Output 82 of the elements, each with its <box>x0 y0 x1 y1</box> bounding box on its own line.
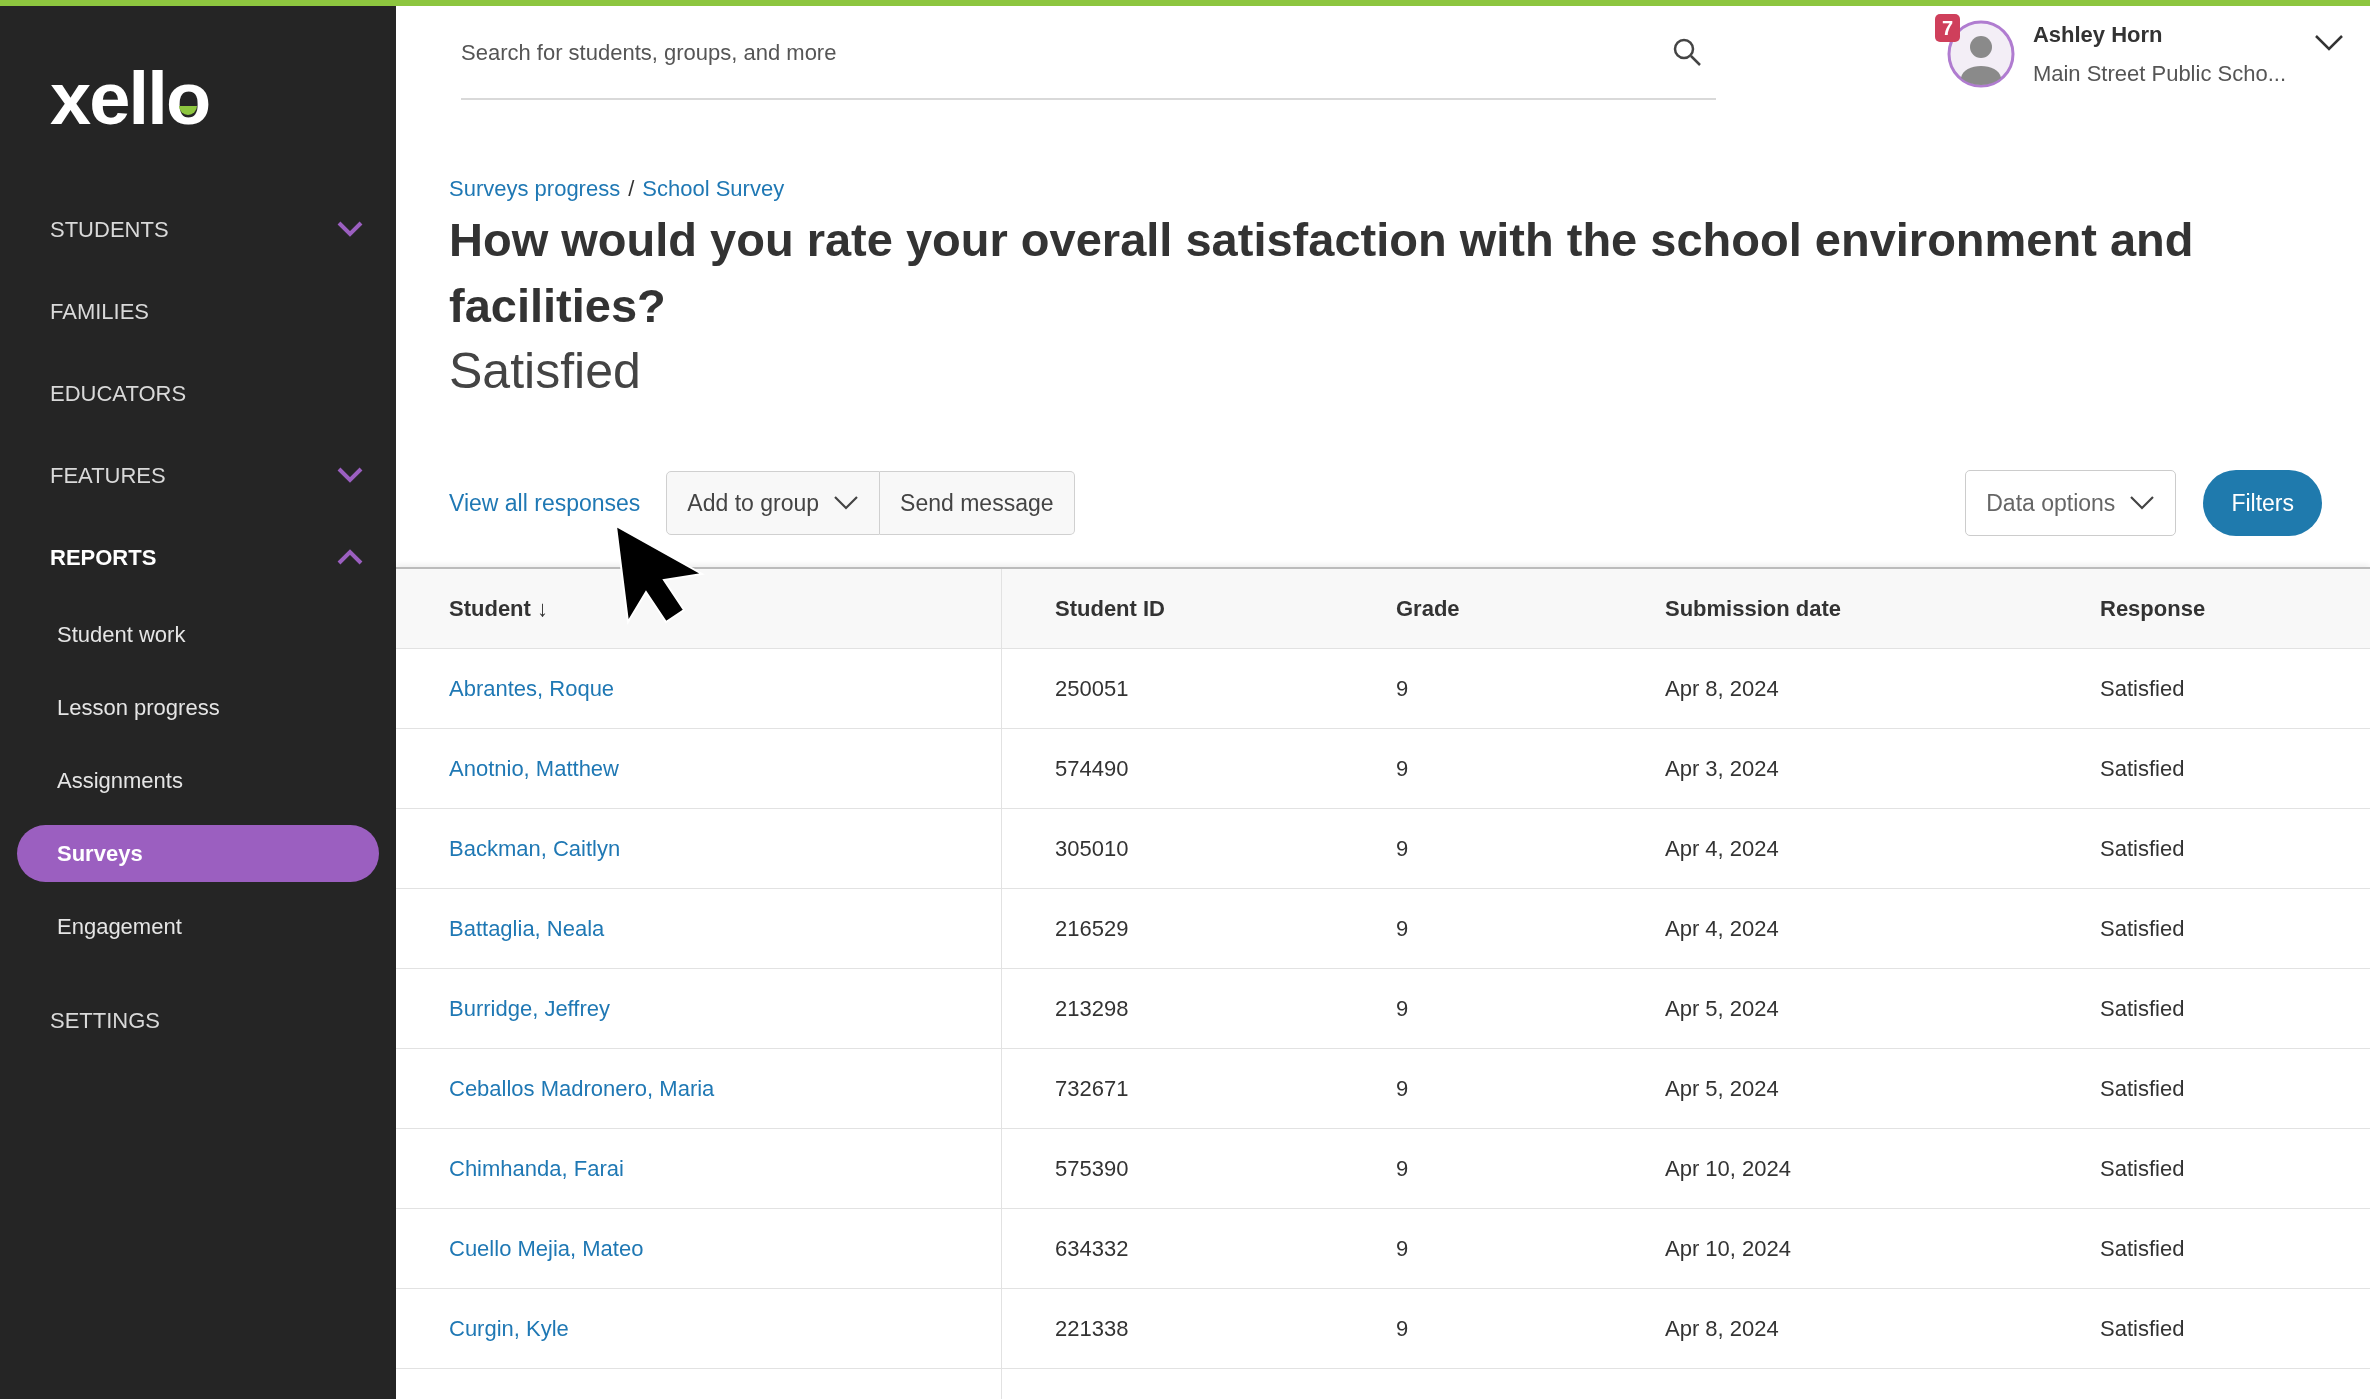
table-cell-text: 9 <box>1396 1315 1409 1343</box>
table-cell-text: Apr 5, 2024 <box>1665 1075 1779 1103</box>
sidebar-section[interactable]: FAMILIES <box>50 294 150 328</box>
filters-button[interactable]: Filters <box>2203 470 2322 536</box>
table-cell-text: Apr 10, 2024 <box>1665 1155 1791 1183</box>
table-cell-text: Satisfied <box>2100 1075 2185 1103</box>
student-link[interactable]: Battaglia, Neala <box>449 912 605 945</box>
column-header[interactable]: Submission date <box>1665 592 1842 625</box>
table-cell-text: 634332 <box>1055 1235 1129 1263</box>
question-title: How would you rate your overall satisfaction with the school environment and facilities? <box>449 212 2195 334</box>
table-cell-text: Satisfied <box>2100 1155 2185 1183</box>
column-header[interactable]: Grade <box>1396 592 1460 625</box>
caret-icon <box>2129 495 2156 511</box>
search-icon <box>1672 37 1702 67</box>
table-cell-text: 305010 <box>1055 835 1129 863</box>
student-link[interactable]: Burridge, Jeffrey <box>449 992 610 1025</box>
student-link[interactable]: Abrantes, Roque <box>449 672 615 705</box>
data-options-button[interactable]: Data options <box>1965 470 2177 536</box>
table-cell-text: Apr 8, 2024 <box>1665 1315 1779 1343</box>
sidebar-section[interactable]: EDUCATORS <box>50 376 187 410</box>
table-cell-text: Satisfied <box>2100 915 2185 943</box>
table-cell-text: Satisfied <box>2100 1235 2185 1263</box>
send-message-button[interactable]: Send message <box>880 471 1075 535</box>
table-cell-text: Apr 8, 2024 <box>1665 675 1779 703</box>
notification-count: 7 <box>1934 14 1960 42</box>
column-header[interactable]: Response <box>2100 592 2206 625</box>
table-cell-text: Satisfied <box>2100 1315 2185 1343</box>
table-cell-text: 221338 <box>1055 1315 1129 1343</box>
sidebar-item[interactable]: Engagement <box>17 898 379 955</box>
breadcrumb-separator: / <box>628 175 635 203</box>
table-cell-text: Satisfied <box>2100 995 2185 1023</box>
table-cell-text: 9 <box>1396 1235 1409 1263</box>
sidebar-item[interactable]: Surveys <box>17 825 379 882</box>
table-cell-text: 9 <box>1396 675 1409 703</box>
table-cell-text: Apr 4, 2024 <box>1665 835 1779 863</box>
view-all-responses-link[interactable]: View all responses <box>449 485 641 521</box>
student-link[interactable]: Ceballos Madronero, Maria <box>449 1072 715 1105</box>
student-link[interactable]: Curgin, Kyle <box>449 1312 569 1345</box>
table-cell-text: Apr 3, 2024 <box>1665 755 1779 783</box>
sidebar-item[interactable]: Lesson progress <box>17 679 379 736</box>
chevron-up-icon[interactable] <box>337 549 363 565</box>
table-cell-text: 9 <box>1396 995 1409 1023</box>
search-field[interactable]: Search for students, groups, and more <box>461 35 1672 69</box>
table-cell-text: 250051 <box>1055 675 1129 703</box>
column-header[interactable]: Student ID <box>1055 592 1165 625</box>
student-link[interactable]: Backman, Caitlyn <box>449 832 621 865</box>
student-link[interactable]: Anotnio, Matthew <box>449 752 619 785</box>
table-cell-text: Satisfied <box>2100 675 2185 703</box>
sidebar-item[interactable]: Assignments <box>17 752 379 809</box>
sidebar-section[interactable]: STUDENTS <box>50 212 169 246</box>
chevron-down-icon[interactable] <box>2314 34 2344 52</box>
answer-title: Satisfied <box>449 342 642 401</box>
student-link[interactable]: Cuello Mejia, Mateo <box>449 1232 644 1265</box>
sidebar-section[interactable]: SETTINGS <box>50 1003 160 1037</box>
user-name: Ashley Horn <box>2032 21 2164 49</box>
table-cell-text: 216529 <box>1055 915 1129 943</box>
student-link[interactable]: Chimhanda, Farai <box>449 1152 624 1185</box>
breadcrumb-link[interactable]: School Survey <box>642 172 785 205</box>
table-cell-text: 9 <box>1396 835 1409 863</box>
table-cell-text: Apr 10, 2024 <box>1665 1235 1791 1263</box>
add-to-group-button[interactable]: Add to group <box>666 471 881 535</box>
table-cell-text: 9 <box>1396 755 1409 783</box>
xello-logo[interactable]: xello <box>50 62 210 136</box>
table-cell-text: Apr 4, 2024 <box>1665 915 1779 943</box>
table-cell-text: 9 <box>1396 1155 1409 1183</box>
table-cell-text: 732671 <box>1055 1075 1129 1103</box>
table-cell-text: 575390 <box>1055 1155 1129 1183</box>
table-cell-text: Satisfied <box>2100 835 2185 863</box>
table-cell-text: Satisfied <box>2100 755 2185 783</box>
table-cell-text: 9 <box>1396 1075 1409 1103</box>
sidebar-item[interactable]: Student work <box>17 606 379 663</box>
table-cell-text: Apr 5, 2024 <box>1665 995 1779 1023</box>
sidebar-section[interactable]: FEATURES <box>50 458 166 492</box>
caret-icon <box>833 495 860 511</box>
table-cell-text: 9 <box>1396 915 1409 943</box>
table-cell-text: 213298 <box>1055 995 1129 1023</box>
sort-arrow[interactable]: ↓ <box>536 592 548 625</box>
sidebar-section[interactable]: REPORTS <box>50 540 157 574</box>
table-cell-text: 574490 <box>1055 755 1129 783</box>
column-header[interactable]: Student <box>449 592 531 625</box>
breadcrumb-link[interactable]: Surveys progress <box>449 172 621 205</box>
school-name: Main Street Public Scho... <box>2032 60 2286 88</box>
